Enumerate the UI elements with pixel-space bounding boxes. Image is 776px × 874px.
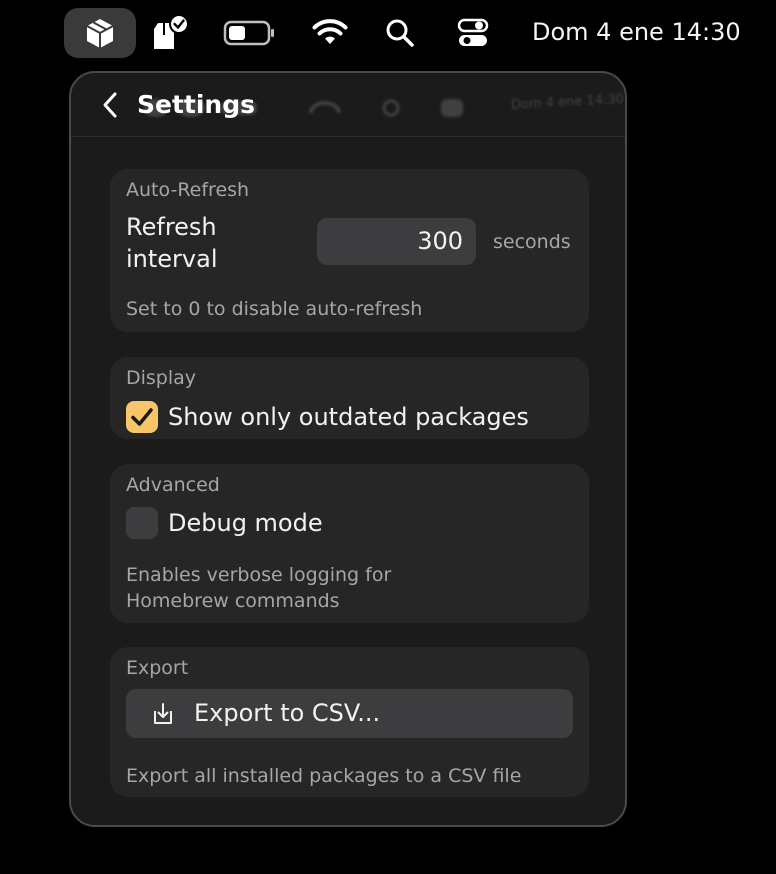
export-csv-button[interactable]: Export to CSV...	[126, 689, 573, 738]
debug-mode-checkbox[interactable]	[126, 507, 158, 539]
battery-icon[interactable]	[222, 8, 276, 58]
advanced-section: Advanced Debug mode Enables verbose logg…	[110, 464, 589, 623]
refresh-interval-label-line2: interval	[126, 245, 218, 273]
control-center-icon[interactable]	[454, 8, 492, 58]
refresh-interval-label: Refresh	[126, 213, 217, 241]
package-box-icon[interactable]	[64, 8, 136, 58]
back-button[interactable]	[99, 89, 123, 121]
export-csv-label: Export to CSV...	[194, 699, 381, 727]
section-title: Display	[126, 367, 197, 389]
download-icon	[154, 703, 172, 724]
outdated-only-label[interactable]: Show only outdated packages	[168, 401, 529, 433]
display-section: Display Show only outdated packages	[110, 357, 589, 439]
section-title: Auto-Refresh	[126, 179, 250, 201]
export-hint: Export all installed packages to a CSV f…	[126, 765, 522, 787]
search-icon[interactable]	[382, 8, 418, 58]
debug-mode-label[interactable]: Debug mode	[168, 507, 323, 539]
debug-mode-hint: Enables verbose logging for	[126, 564, 392, 586]
unit-label: seconds	[493, 231, 571, 253]
debug-mode-hint-line2: Homebrew commands	[126, 590, 340, 612]
export-section: Export Export to CSV... Export all insta…	[110, 647, 589, 797]
menu-bar-clock[interactable]: Dom 4 ene 14:30	[532, 14, 741, 50]
auto-refresh-section: Auto-Refresh Refresh interval 300 second…	[110, 169, 589, 332]
menu-bar: Dom 4 ene 14:30	[0, 0, 776, 64]
section-title: Export	[126, 657, 189, 679]
section-title: Advanced	[126, 474, 220, 496]
checkmark-icon	[131, 408, 153, 426]
chevron-left-icon	[103, 92, 117, 118]
outdated-only-checkbox[interactable]	[126, 401, 158, 433]
page-title: Settings	[137, 90, 256, 119]
package-check-icon[interactable]	[148, 8, 192, 58]
auto-refresh-hint: Set to 0 to disable auto-refresh	[126, 298, 423, 320]
settings-popover: Dom 4 ene 14:30 Settings Auto-Refresh Re…	[69, 71, 627, 827]
settings-header: Dom 4 ene 14:30 Settings	[71, 73, 625, 137]
wifi-icon[interactable]	[310, 8, 350, 58]
refresh-interval-input[interactable]: 300	[317, 218, 476, 265]
